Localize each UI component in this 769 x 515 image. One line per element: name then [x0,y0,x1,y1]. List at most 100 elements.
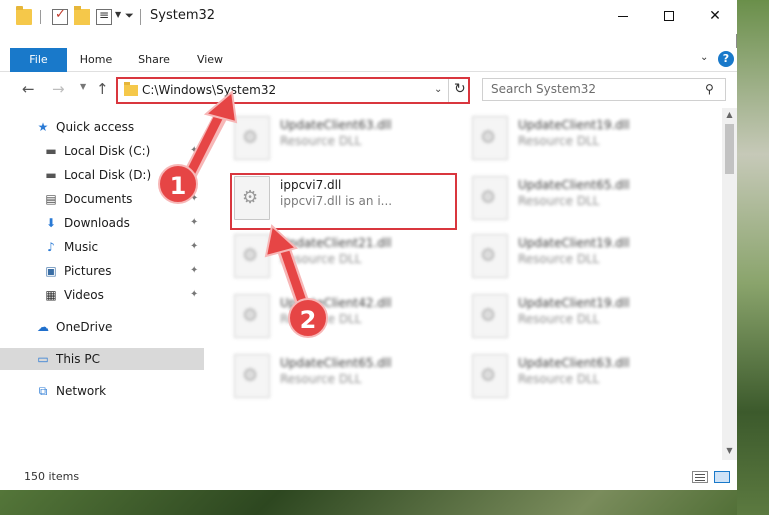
title-bar: ▼ ⏷ System32 ✕ [0,0,737,34]
file-name: UpdateClient19.dll [518,296,630,310]
file-tile[interactable]: UpdateClient63.dll Resource DLL [472,354,702,404]
sidebar-item-label: Local Disk (D:) [64,168,152,182]
dll-file-icon [234,234,270,278]
sidebar-item-downloads[interactable]: ⬇ Downloads ✦ [0,212,204,234]
chevron-down-icon[interactable]: ⌄ [434,84,442,95]
sidebar-item-network[interactable]: ⧉ Network [0,380,204,402]
pin-icon[interactable]: ✦ [190,284,198,306]
documents-icon: ▤ [45,192,57,206]
file-name: UpdateClient19.dll [518,118,630,132]
up-arrow-icon[interactable]: ↑ [96,80,109,98]
refresh-icon[interactable]: ↻ [454,81,466,97]
window-title: System32 [150,8,216,23]
pin-icon[interactable]: ✦ [190,260,198,282]
file-name: UpdateClient65.dll [518,178,630,192]
sidebar-item-label: Local Disk (C:) [64,144,151,158]
dll-file-icon [234,354,270,398]
pictures-icon: ▣ [45,264,57,278]
file-name: UpdateClient63.dll [518,356,630,370]
highlight-outline [230,173,457,230]
sidebar-item-label: Music [64,240,99,254]
download-arrow-icon: ⬇ [45,216,57,230]
sidebar-item-videos[interactable]: ▦ Videos ✦ [0,284,204,306]
scroll-down-icon[interactable]: ▼ [722,446,737,455]
file-description: Resource DLL [518,134,600,148]
file-tile[interactable]: UpdateClient19.dll Resource DLL [472,116,702,166]
drive-icon: ▬ [45,144,57,158]
customize-toolbar-icon[interactable]: ⏷ [125,9,134,23]
dll-file-icon [472,176,508,220]
file-name: UpdateClient65.dll [280,356,392,370]
file-tile[interactable]: UpdateClient19.dll Resource DLL [472,294,702,344]
address-path[interactable]: C:\Windows\System32 [142,83,276,97]
status-bar: 150 items [0,460,737,490]
large-icons-view-icon[interactable] [714,471,730,483]
close-button[interactable]: ✕ [692,0,738,32]
sidebar-item-pictures[interactable]: ▣ Pictures ✦ [0,260,204,282]
dll-file-icon [472,294,508,338]
file-tile[interactable]: UpdateClient19.dll Resource DLL [472,234,702,284]
tab-view[interactable]: View [188,48,232,72]
step-marker-2: 2 [288,298,328,338]
pin-icon[interactable]: ✦ [190,212,198,234]
scroll-thumb[interactable] [725,124,734,174]
tab-home[interactable]: Home [72,48,120,72]
tab-file[interactable]: File [10,48,67,72]
search-input[interactable] [491,82,691,96]
folder-icon[interactable] [16,6,32,25]
pin-icon[interactable]: ✦ [190,140,198,162]
recent-locations-icon[interactable]: ▼ [80,82,86,91]
network-icon: ⧉ [38,384,48,398]
maximize-icon [664,11,674,21]
back-arrow-icon[interactable]: ← [22,80,35,98]
file-tile[interactable]: UpdateClient65.dll Resource DLL [472,176,702,226]
search-box[interactable]: ⚲ [482,78,726,101]
chevron-down-icon[interactable]: ▼ [115,10,121,19]
new-folder-icon[interactable] [74,6,90,25]
desktop-background [737,0,769,515]
file-tile[interactable]: UpdateClient21.dll Resource DLL [234,234,464,284]
expand-ribbon-icon[interactable]: ⌄ [700,52,708,63]
scroll-up-icon[interactable]: ▲ [722,110,737,119]
drive-icon: ▬ [45,168,57,182]
file-description: Resource DLL [518,194,600,208]
ribbon-tabs: File Home Share View ⌄ ? [0,48,737,72]
pin-icon[interactable]: ✦ [190,236,198,258]
vertical-scrollbar[interactable]: ▲ ▼ [722,108,737,460]
file-tile[interactable]: UpdateClient63.dll Resource DLL [234,116,464,166]
file-list: UpdateClient63.dll Resource DLL ippcvi7.… [208,108,722,460]
folder-icon [124,82,138,96]
dll-file-icon [472,354,508,398]
minimize-button[interactable] [600,0,646,32]
properties-check-icon[interactable] [52,7,68,25]
dll-file-icon [472,116,508,160]
file-tile[interactable]: UpdateClient65.dll Resource DLL [234,354,464,404]
forward-arrow-icon[interactable]: → [52,80,65,98]
music-note-icon: ♪ [47,240,55,254]
search-icon[interactable]: ⚲ [705,82,714,96]
sidebar-item-onedrive[interactable]: ☁ OneDrive [0,316,204,338]
file-name: UpdateClient21.dll [280,236,392,250]
sidebar-item-music[interactable]: ♪ Music ✦ [0,236,204,258]
maximize-button[interactable] [646,0,692,32]
sidebar-item-label: Videos [64,288,104,302]
file-tile[interactable]: UpdateClient42.dll Resource DLL [234,294,464,344]
file-explorer-window: ▼ ⏷ System32 ✕ File Home Share View ⌄ ? … [0,0,737,490]
file-description: Resource DLL [280,134,362,148]
star-icon: ★ [37,120,49,134]
file-description: Resource DLL [518,312,600,326]
details-view-icon[interactable] [692,471,708,483]
sidebar-item-quick-access[interactable]: ★ Quick access [0,116,204,138]
file-description: Resource DLL [280,252,362,266]
list-properties-icon[interactable] [96,8,112,25]
help-icon[interactable]: ? [718,51,734,67]
sidebar-item-local-disk-c[interactable]: ▬ Local Disk (C:) ✦ [0,140,204,162]
sidebar-item-this-pc[interactable]: ▭ This PC [0,348,204,370]
film-icon: ▦ [45,288,57,302]
monitor-icon: ▭ [37,352,49,366]
tab-share[interactable]: Share [130,48,178,72]
step-marker-1: 1 [158,164,198,204]
item-count: 150 items [24,470,80,483]
sidebar-item-label: Pictures [64,264,112,278]
address-bar[interactable]: C:\Windows\System32 ⌄ ↻ [116,77,470,104]
